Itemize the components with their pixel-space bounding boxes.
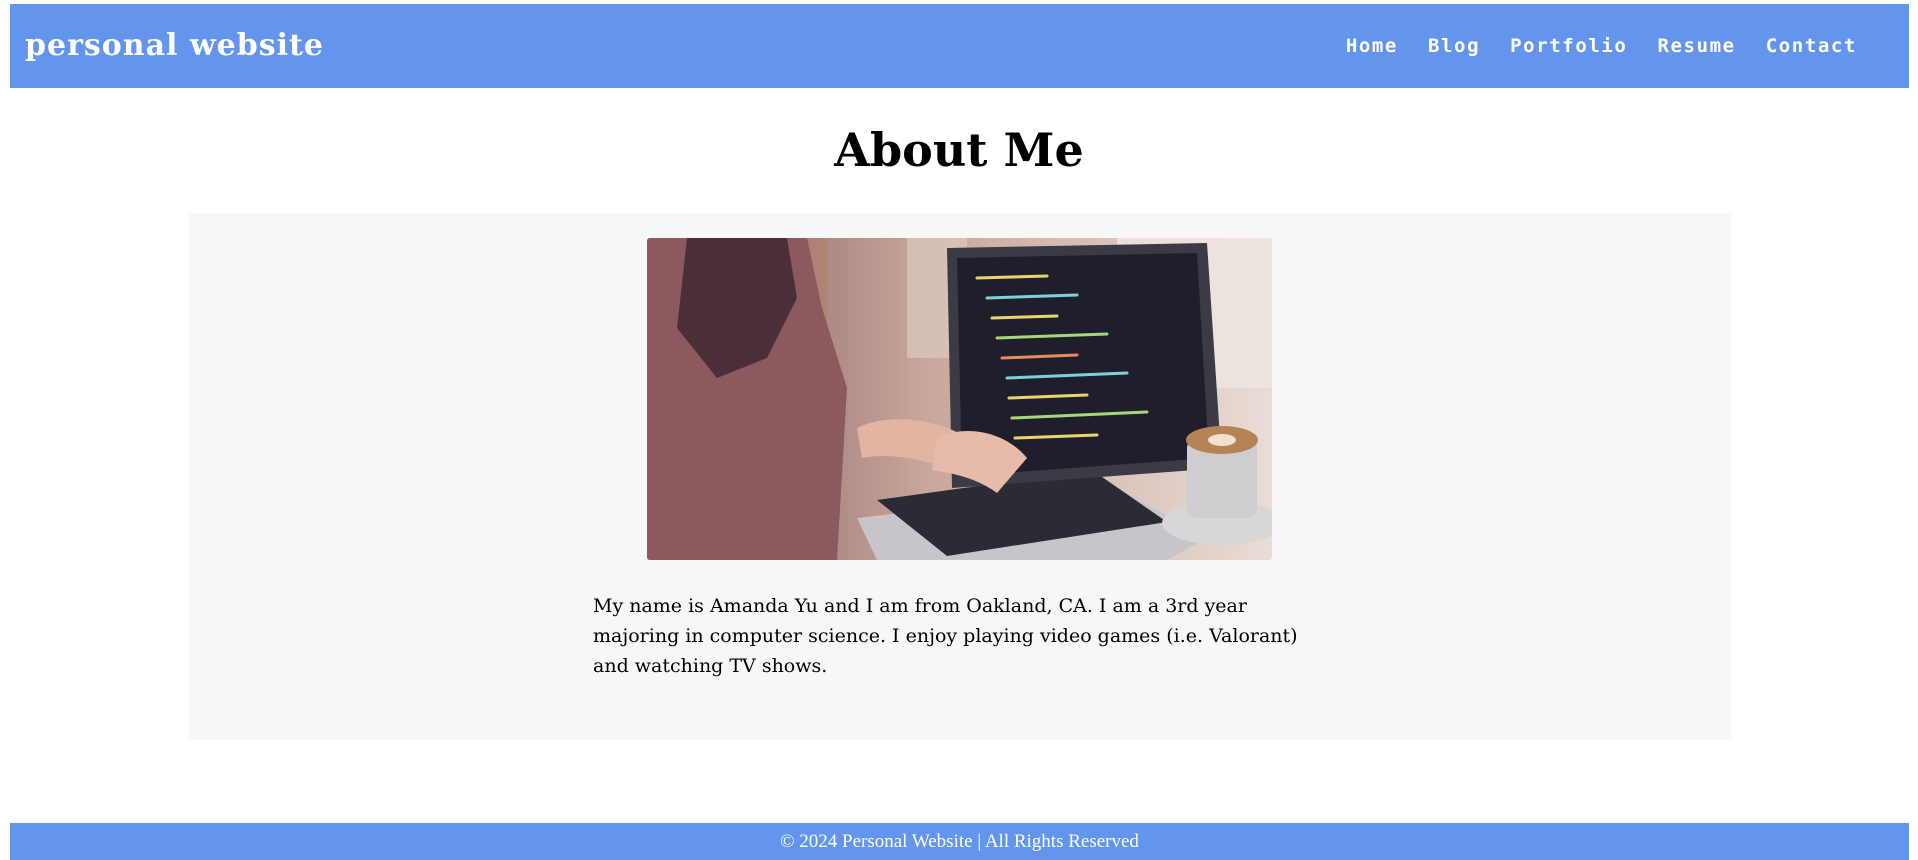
nav-link-portfolio[interactable]: Portfolio [1510, 35, 1627, 57]
footer-copyright: © 2024 Personal Website | All Rights Res… [780, 831, 1139, 852]
nav-link-resume[interactable]: Resume [1657, 35, 1735, 57]
bio-paragraph: My name is Amanda Yu and I am from Oakla… [593, 595, 1298, 677]
nav-link-contact[interactable]: Contact [1766, 35, 1857, 57]
site-header: personal website Home Blog Portfolio Res… [10, 4, 1909, 88]
site-footer: © 2024 Personal Website | All Rights Res… [10, 823, 1909, 860]
site-title[interactable]: personal website [25, 4, 324, 88]
page-title: About Me [834, 123, 1084, 177]
main-nav: Home Blog Portfolio Resume Contact [1346, 4, 1857, 88]
nav-link-blog[interactable]: Blog [1428, 35, 1480, 57]
about-card: My name is Amanda Yu and I am from Oakla… [189, 213, 1731, 740]
profile-photo [647, 238, 1272, 560]
nav-link-home[interactable]: Home [1346, 35, 1398, 57]
